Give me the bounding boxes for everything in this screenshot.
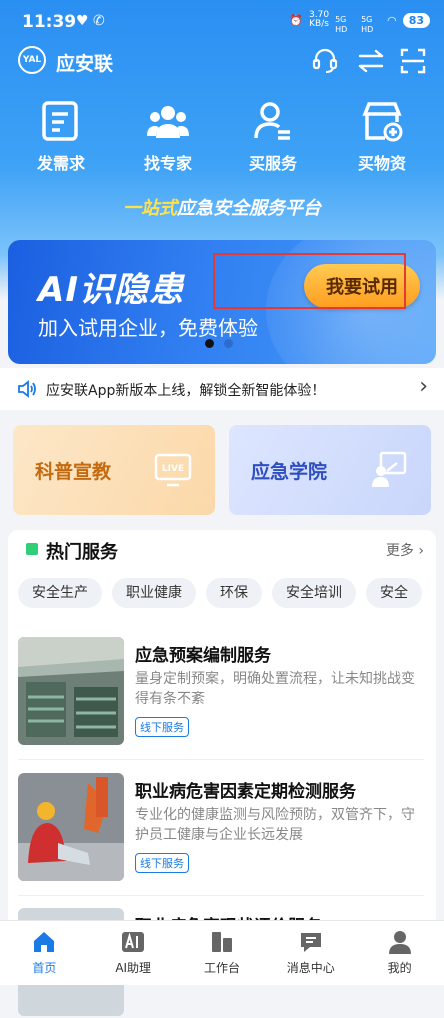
service-thumbnail-factory — [18, 637, 124, 745]
tag-occupational-health[interactable]: 职业健康 — [112, 578, 196, 608]
home-icon — [34, 932, 55, 952]
service-thumbnail-worker — [18, 773, 124, 881]
tag-safety-training[interactable]: 安全培训 — [272, 578, 356, 608]
status-time: 11:39 — [22, 12, 77, 32]
section-title: 热门服务 — [46, 542, 118, 563]
banner-pagination — [205, 339, 233, 348]
service-type-badge: 线下服务 — [135, 853, 189, 873]
app-brand: 应安联 — [56, 53, 114, 75]
service-tags: 安全生产 职业健康 环保 安全培训 安全 — [18, 578, 436, 610]
service-desc: 专业化的健康监测与风险预防，双管齐下，守护员工健康与企业长远发展 — [135, 807, 415, 843]
service-desc: 量身定制预案，明确处置流程，让未知挑战变得有条不紊 — [135, 671, 415, 707]
signal-2: 5G HD — [361, 15, 374, 34]
customer-service-icon[interactable] — [310, 46, 340, 76]
network-speed: 3.70 KB/s — [309, 10, 330, 29]
card-emergency-academy[interactable]: 应急学院 — [229, 425, 431, 515]
chevron-right-icon: › — [419, 374, 428, 399]
battery-indicator: 83 — [402, 12, 430, 28]
status-notification-icons: ♥ ✆ — [76, 13, 105, 29]
switch-icon[interactable] — [356, 46, 386, 76]
service-title: 职业病危害因素定期检测服务 — [135, 782, 356, 802]
signal-1: 5G HD — [335, 15, 348, 34]
shop-supplies-icon — [362, 102, 403, 142]
service-type-badge: 线下服务 — [135, 717, 189, 737]
service-item[interactable]: 应急预案编制服务 量身定制预案，明确处置流程，让未知挑战变得有条不紊 线下服务 — [18, 637, 424, 747]
message-icon — [300, 933, 321, 952]
quick-action-buy-service[interactable]: 买服务 — [228, 100, 318, 174]
ai-assistant-icon — [122, 932, 145, 952]
scan-icon[interactable] — [398, 46, 428, 76]
profile-icon — [388, 931, 411, 954]
wifi-icon: ◠ — [387, 13, 397, 27]
buy-service-icon — [254, 102, 290, 140]
banner-dot[interactable] — [224, 339, 233, 348]
speaker-icon — [18, 380, 36, 398]
bottom-tab-bar: 首页 AI助理 工作台 消息中心 我的 — [0, 920, 444, 985]
tag-safety-production[interactable]: 安全生产 — [18, 578, 102, 608]
quick-action-post-request[interactable]: 发需求 — [16, 100, 106, 174]
hot-services-section: 热门服务 更多 › 安全生产 职业健康 环保 安全培训 安全 应急预案编制服务 量身定制… — [8, 530, 436, 1016]
tag-safety[interactable]: 安全 — [366, 578, 422, 608]
status-right: ⏰ 3.70 KB/s 5G HD 5G HD ◠ 83 — [289, 10, 430, 34]
quick-action-buy-supplies[interactable]: 买物资 — [337, 100, 427, 174]
announcement-text: 应安联App新版本上线，解锁全新智能体验！ — [46, 383, 326, 399]
tab-home[interactable]: 首页 — [0, 921, 89, 985]
tag-environmental[interactable]: 环保 — [206, 578, 262, 608]
banner-dot-active[interactable] — [205, 339, 214, 348]
alarm-icon: ⏰ — [289, 13, 304, 27]
tab-ai-assistant[interactable]: AI助理 — [89, 921, 178, 985]
banner-title: AI识隐患 — [38, 270, 184, 310]
highlight-box — [213, 253, 406, 309]
app-logo: YAL — [18, 46, 46, 74]
service-item[interactable]: 职业病危害因素定期检测服务 专业化的健康监测与风险预防，双管齐下，守护员工健康与… — [18, 773, 424, 883]
banner-subtitle: 加入试用企业，免费体验 — [38, 316, 258, 340]
quick-action-experts[interactable]: 找专家 — [123, 100, 213, 174]
more-link[interactable]: 更多 › — [386, 540, 424, 560]
tab-profile[interactable]: 我的 — [355, 921, 444, 985]
svg-text:LIVE: LIVE — [162, 464, 184, 474]
section-marker — [26, 543, 38, 555]
teacher-board-icon — [372, 451, 407, 487]
workbench-icon — [211, 932, 232, 952]
service-title: 应急预案编制服务 — [135, 646, 271, 666]
announcement-bar[interactable]: 应安联App新版本上线，解锁全新智能体验！ › — [0, 368, 444, 410]
card-science-education[interactable]: 科普宣教 LIVE — [13, 425, 215, 515]
divider — [18, 895, 424, 896]
platform-slogan: 一站式应急安全服务平台 — [123, 198, 321, 219]
divider — [18, 759, 424, 760]
tab-workbench[interactable]: 工作台 — [178, 921, 267, 985]
status-bar: 11:39 ♥ ✆ ⏰ 3.70 KB/s 5G HD 5G HD ◠ 83 — [0, 0, 444, 40]
experts-icon — [147, 106, 189, 138]
app-header: YAL 应安联 — [0, 44, 444, 80]
tab-messages[interactable]: 消息中心 — [266, 921, 355, 985]
live-tv-icon: LIVE — [154, 453, 192, 487]
post-request-icon — [42, 101, 78, 141]
